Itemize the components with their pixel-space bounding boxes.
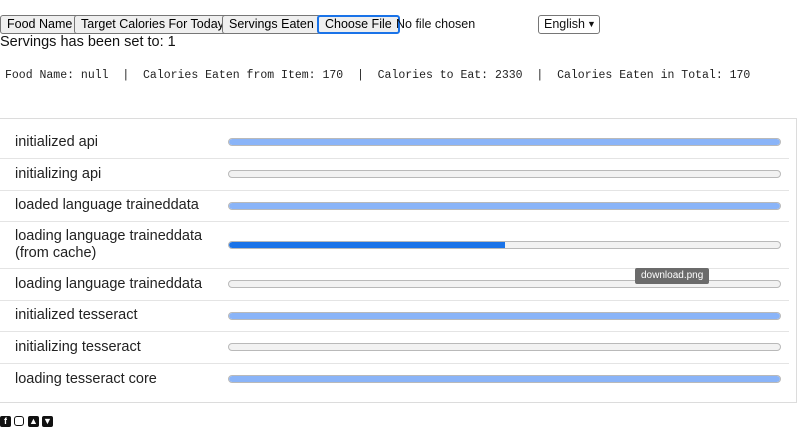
- progress-bar-fill: [229, 203, 780, 209]
- food-name-button[interactable]: Food Name: [0, 15, 80, 34]
- progress-row: initialized tesseract: [0, 300, 789, 332]
- progress-label: loading language traineddata: [15, 276, 203, 292]
- progress-row: initialized api: [0, 126, 789, 159]
- file-status-text: No file chosen: [396, 17, 476, 31]
- chevron-down-icon: ▼: [587, 19, 596, 29]
- progress-label: loading language traineddata (from cache…: [15, 228, 203, 261]
- progress-bar: [228, 343, 781, 351]
- toolbar: Food Name Target Calories For Today Serv…: [0, 15, 806, 35]
- facebook-icon[interactable]: f: [0, 416, 11, 427]
- progress-label: loaded language traineddata: [15, 197, 199, 213]
- progress-label: loading tesseract core: [15, 371, 157, 387]
- servings-eaten-button[interactable]: Servings Eaten: [222, 15, 321, 34]
- progress-label: initializing tesseract: [15, 339, 141, 355]
- progress-bar: [228, 375, 781, 383]
- file-tooltip: download.png: [635, 268, 710, 284]
- snapchat-icon[interactable]: ▲: [28, 416, 39, 427]
- progress-row: loaded language traineddata: [0, 190, 789, 222]
- language-select[interactable]: English ▼: [538, 15, 600, 34]
- progress-row: initializing api: [0, 158, 789, 191]
- language-select-value: English: [544, 17, 585, 31]
- progress-label: initialized tesseract: [15, 307, 138, 323]
- progress-bar: [228, 202, 781, 210]
- progress-bar: [228, 170, 781, 178]
- progress-bar: [228, 312, 781, 320]
- servings-message: Servings has been set to: 1: [0, 34, 176, 50]
- progress-row: loading language traineddata (from cache…: [0, 221, 789, 269]
- progress-bar: [228, 241, 781, 249]
- twitter-icon[interactable]: ▼: [42, 416, 53, 427]
- progress-label: initialized api: [15, 134, 99, 150]
- progress-bar-fill: [229, 242, 505, 248]
- target-calories-button[interactable]: Target Calories For Today: [74, 15, 231, 34]
- calorie-stats: Food Name: null | Calories Eaten from It…: [5, 69, 751, 82]
- progress-row: initializing tesseract: [0, 331, 789, 364]
- progress-bar-fill: [229, 313, 780, 319]
- instagram-icon[interactable]: [14, 416, 24, 426]
- progress-label: initializing api: [15, 166, 102, 182]
- progress-panel: initialized api initializing api loaded la…: [0, 118, 797, 403]
- progress-bar: [228, 138, 781, 146]
- progress-row: loading tesseract core: [0, 363, 789, 395]
- progress-bar-fill: [229, 139, 780, 145]
- choose-file-button[interactable]: Choose File: [317, 15, 400, 34]
- progress-bar-fill: [229, 376, 780, 382]
